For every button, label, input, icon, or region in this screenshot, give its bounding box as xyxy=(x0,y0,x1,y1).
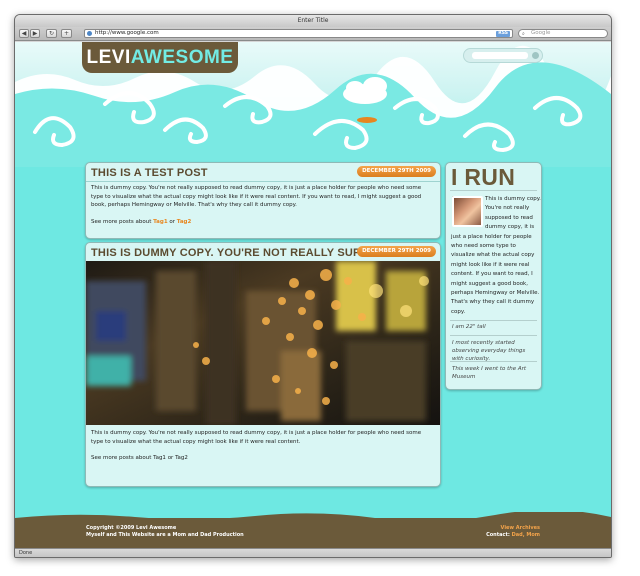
footer-copyright: Copyright ©2009 Levi Awesome xyxy=(86,525,177,531)
reload-icon[interactable]: ↻ xyxy=(46,29,57,38)
search-icon: ⌕ xyxy=(522,31,525,37)
footer-credit: Myself and This Website are a Mom and Da… xyxy=(86,532,244,538)
tag-link[interactable]: Tag1 xyxy=(153,455,166,461)
contact-dad-link[interactable]: Dad xyxy=(512,532,523,538)
sidebar-fact: I most recently started observing everyd… xyxy=(452,340,526,362)
sidebar-fact: I am 22" tall xyxy=(452,324,486,330)
tags-prefix: See more posts about xyxy=(91,455,152,461)
post-title[interactable]: THIS IS DUMMY COPY. YOU'RE NOT REALLY SU… xyxy=(91,247,400,259)
sidebar-divider xyxy=(450,361,537,362)
browser-search-input[interactable]: ⌕ Google xyxy=(518,29,608,38)
post-title[interactable]: THIS IS A TEST POST xyxy=(91,167,208,179)
logo-awesome: AWESOME xyxy=(130,47,234,68)
site-footer: Copyright ©2009 Levi Awesome Myself and … xyxy=(15,512,611,548)
footer-left: Copyright ©2009 Levi Awesome Myself and … xyxy=(86,525,244,539)
contact-label: Contact: xyxy=(486,532,510,538)
post-date-badge: DECEMBER 29TH 2009 xyxy=(357,166,436,177)
tag-link[interactable]: Tag2 xyxy=(175,455,188,461)
sidebar-about: I RUN IT This is dummy copy. You're not … xyxy=(445,162,542,390)
sidebar-divider xyxy=(450,190,537,191)
footer-wave-decoration xyxy=(15,512,611,520)
browser-status-bar: Done xyxy=(15,548,611,557)
tag-link[interactable]: Tag1 xyxy=(153,219,168,225)
view-archives-link[interactable]: View Archives xyxy=(486,525,540,532)
address-url: http://www.google.com xyxy=(95,30,159,36)
post-body: This is dummy copy. You're not really su… xyxy=(91,185,422,208)
site-search-button[interactable] xyxy=(532,52,539,59)
post-body: This is dummy copy. You're not really su… xyxy=(91,430,422,445)
browser-toolbar: ◀ ▶ ↻ + http://www.google.com RSS ⌕ Goog… xyxy=(15,27,611,41)
site-search[interactable] xyxy=(463,48,543,63)
sidebar-fact: This week I went to the Art Museum xyxy=(452,366,527,380)
site-search-input[interactable] xyxy=(472,52,528,59)
globe-icon xyxy=(87,31,92,36)
browser-search-placeholder: Google xyxy=(531,30,551,36)
post-divider xyxy=(86,181,440,182)
contact-mom-link[interactable]: Mom xyxy=(526,532,540,538)
bokeh-photo xyxy=(86,261,440,425)
add-bookmark-icon[interactable]: + xyxy=(61,29,72,38)
footer-contact: Contact: Dad, Mom xyxy=(486,532,540,538)
footer-right: View Archives Contact: Dad, Mom xyxy=(486,525,540,539)
browser-window: Enter Title ◀ ▶ ↻ + http://www.google.co… xyxy=(14,14,612,558)
rss-icon[interactable]: RSS xyxy=(496,31,510,37)
post-tags: See more posts about Tag1 or Tag2 xyxy=(91,455,188,461)
address-bar[interactable]: http://www.google.com RSS xyxy=(84,29,513,38)
logo-levi: LEVI xyxy=(86,47,131,68)
window-title: Enter Title xyxy=(15,15,611,27)
tag-link[interactable]: Tag2 xyxy=(177,219,192,225)
site-header: LEVIAWESOME xyxy=(15,42,611,167)
tags-separator: or xyxy=(167,455,174,461)
page-viewport: LEVIAWESOME THIS IS A TEST POST DECEMBER… xyxy=(15,42,611,548)
tags-separator: or xyxy=(169,219,176,225)
avatar xyxy=(452,196,483,227)
forward-arrow-icon[interactable]: ▶ xyxy=(30,29,40,38)
back-arrow-icon[interactable]: ◀ xyxy=(19,29,29,38)
post-card: THIS IS A TEST POST DECEMBER 29TH 2009 T… xyxy=(85,162,441,239)
post-date-badge: DECEMBER 29TH 2009 xyxy=(357,246,436,257)
tags-prefix: See more posts about xyxy=(91,219,152,225)
sidebar-divider xyxy=(450,320,537,321)
sidebar-divider xyxy=(450,335,537,336)
post-tags: See more posts about Tag1 or Tag2 xyxy=(91,219,191,225)
post-card: THIS IS DUMMY COPY. YOU'RE NOT REALLY SU… xyxy=(85,242,441,487)
site-logo[interactable]: LEVIAWESOME xyxy=(82,42,238,73)
post-image xyxy=(86,261,440,425)
